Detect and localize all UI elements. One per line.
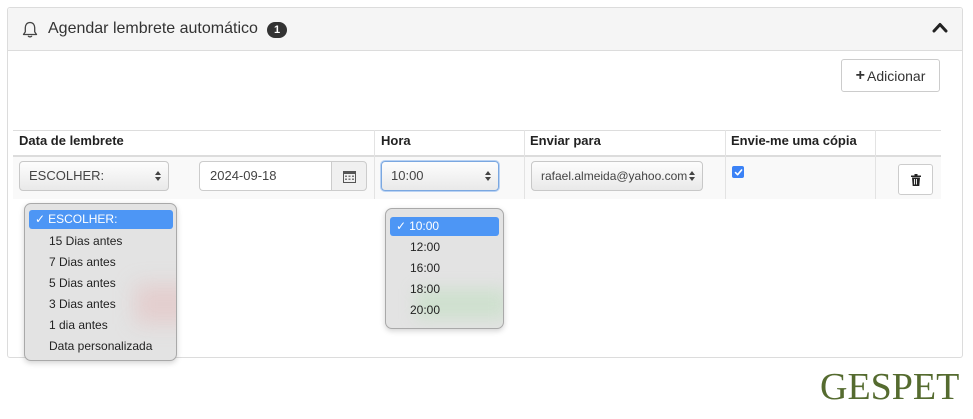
checkmark-icon	[734, 168, 742, 175]
dropdown-option[interactable]: 15 Dias antes	[29, 232, 122, 251]
dropdown-option[interactable]: 1 dia antes	[29, 316, 108, 335]
time-options-dropdown[interactable]: ✓ 10:00 12:00 16:00 18:00 20:00	[385, 208, 504, 329]
dropdown-option[interactable]: 7 Dias antes	[29, 253, 116, 272]
column-header-send-to: Enviar para	[530, 133, 601, 148]
plus-icon: +	[855, 66, 865, 84]
dropdown-tint	[135, 284, 176, 324]
column-divider	[725, 130, 726, 199]
chevron-up-icon[interactable]	[932, 20, 948, 34]
table-header-border	[13, 155, 941, 157]
reminder-options-dropdown[interactable]: ✓ ESCOLHER: 15 Dias antes 7 Dias antes 5 …	[24, 203, 177, 361]
dropdown-option[interactable]: 3 Dias antes	[29, 295, 116, 314]
table-top-border	[13, 130, 941, 131]
dropdown-option[interactable]: 12:00	[390, 238, 440, 257]
select-arrows-icon	[689, 171, 695, 181]
column-header-reminder-date: Data de lembrete	[19, 133, 124, 148]
checkmark-icon: ✓	[396, 219, 407, 233]
dropdown-option[interactable]: Data personalizada	[29, 337, 152, 356]
checkmark-icon: ✓	[35, 212, 46, 226]
send-copy-checkbox[interactable]	[732, 166, 744, 178]
calendar-button[interactable]	[331, 161, 367, 191]
delete-button[interactable]	[898, 164, 933, 195]
select-arrows-icon	[485, 171, 491, 181]
calendar-icon	[342, 170, 356, 183]
dropdown-option[interactable]: 20:00	[390, 301, 440, 320]
recipient-select[interactable]: rafael.almeida@yahoo.com	[531, 161, 703, 191]
reminder-date-input[interactable]: 2024-09-18	[199, 161, 331, 191]
dropdown-option[interactable]: 5 Dias antes	[29, 274, 116, 293]
column-header-send-copy: Envie-me uma cópia	[731, 133, 857, 148]
reminder-select[interactable]: ESCOLHER:	[19, 161, 169, 191]
dropdown-option[interactable]: 18:00	[390, 280, 440, 299]
reminder-select-value: ESCOLHER:	[29, 168, 105, 183]
select-arrows-icon	[155, 171, 161, 181]
dropdown-option-selected[interactable]: ✓ 10:00	[390, 217, 499, 236]
dropdown-option[interactable]: 16:00	[390, 259, 440, 278]
panel-header[interactable]: Agendar lembrete automático 1	[8, 8, 962, 51]
time-select[interactable]: 10:00	[381, 161, 499, 191]
add-button-label: Adicionar	[866, 67, 926, 84]
column-divider	[374, 130, 375, 199]
trash-icon	[910, 173, 921, 186]
column-header-time: Hora	[381, 133, 411, 148]
column-divider	[524, 130, 525, 199]
panel-title: Agendar lembrete automático	[48, 20, 258, 37]
time-select-value: 10:00	[391, 168, 424, 183]
gespet-logo: GESPET	[820, 366, 960, 408]
add-button[interactable]: + Adicionar	[841, 59, 940, 92]
recipient-select-value: rafael.almeida@yahoo.com	[541, 169, 688, 183]
reminder-count-badge: 1	[267, 22, 287, 38]
bell-icon	[22, 21, 38, 38]
dropdown-option-selected[interactable]: ✓ ESCOLHER:	[29, 210, 173, 229]
column-divider	[875, 130, 876, 199]
